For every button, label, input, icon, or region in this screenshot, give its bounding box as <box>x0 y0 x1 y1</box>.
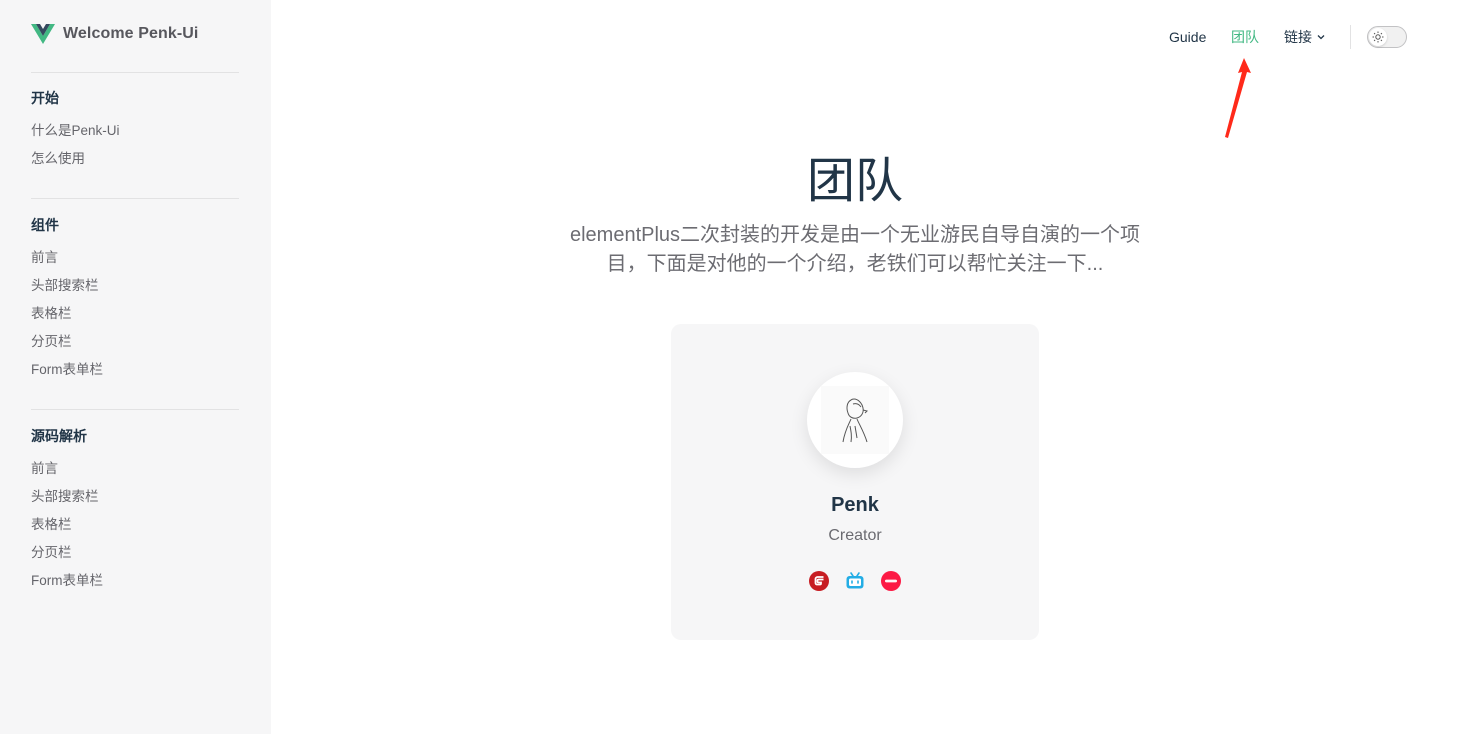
annotation-arrow-icon <box>1225 58 1251 138</box>
sidebar: Welcome Penk-Ui 开始 什么是Penk-Ui 怎么使用 组件 前言… <box>0 0 271 734</box>
sidebar-item-header-search[interactable]: 头部搜索栏 <box>31 272 239 300</box>
social-links <box>671 571 1039 591</box>
sidebar-item-pagination[interactable]: 分页栏 <box>31 328 239 356</box>
chevron-down-icon <box>1317 35 1325 40</box>
sidebar-group-components: 组件 前言 头部搜索栏 表格栏 分页栏 Form表单栏 <box>31 215 239 384</box>
sun-icon <box>1372 31 1384 43</box>
sidebar-item-source-pagination[interactable]: 分页栏 <box>31 539 239 567</box>
sidebar-item-form[interactable]: Form表单栏 <box>31 356 239 384</box>
vue-logo-icon <box>31 24 55 44</box>
sidebar-group-title: 源码解析 <box>31 428 87 444</box>
nav-divider <box>1350 25 1351 49</box>
theme-toggle[interactable] <box>1367 26 1407 48</box>
brand-title: Welcome Penk-Ui <box>63 25 199 42</box>
toggle-knob <box>1369 28 1387 46</box>
member-card: Penk Creator <box>671 324 1039 640</box>
nav-guide[interactable]: Guide <box>1169 24 1206 50</box>
csdn-icon[interactable] <box>881 571 901 591</box>
sidebar-item-source-table[interactable]: 表格栏 <box>31 511 239 539</box>
nav-team[interactable]: 团队 <box>1231 24 1259 50</box>
avatar-sketch-icon <box>821 386 889 454</box>
gitee-icon[interactable] <box>809 571 829 591</box>
bilibili-icon[interactable] <box>845 571 865 591</box>
member-name: Penk <box>831 494 879 516</box>
nav-links-label: 链接 <box>1284 29 1312 45</box>
sidebar-item-source-header-search[interactable]: 头部搜索栏 <box>31 483 239 511</box>
avatar <box>807 372 903 468</box>
sidebar-divider <box>31 409 239 410</box>
page-title: 团队 <box>806 155 903 208</box>
sidebar-group-title: 组件 <box>31 217 59 233</box>
sidebar-item-what-is[interactable]: 什么是Penk-Ui <box>31 117 239 145</box>
sidebar-item-preface[interactable]: 前言 <box>31 244 239 272</box>
sidebar-group-title: 开始 <box>31 90 59 106</box>
sidebar-item-source-preface[interactable]: 前言 <box>31 455 239 483</box>
sidebar-divider <box>31 72 239 73</box>
brand-link[interactable]: Welcome Penk-Ui <box>31 22 198 46</box>
sidebar-item-source-form[interactable]: Form表单栏 <box>31 567 239 595</box>
sidebar-group-source: 源码解析 前言 头部搜索栏 表格栏 分页栏 Form表单栏 <box>31 426 239 595</box>
sidebar-item-table[interactable]: 表格栏 <box>31 300 239 328</box>
nav-links-dropdown[interactable]: 链接 <box>1284 24 1326 50</box>
page-description: elementPlus二次封装的开发是由一个无业游民自导自演的一个项目，下面是对… <box>569 224 1141 275</box>
member-role: Creator <box>828 527 882 544</box>
